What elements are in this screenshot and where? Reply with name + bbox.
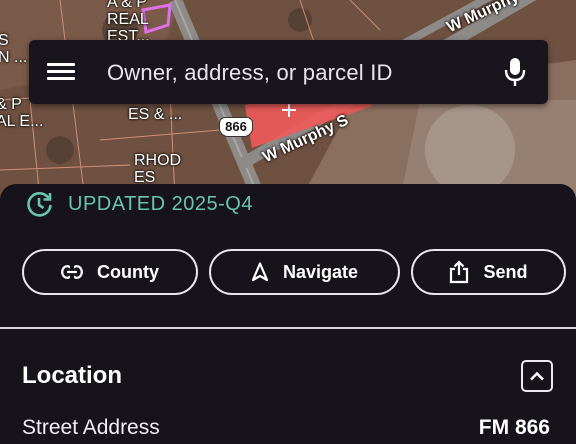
county-button-label: County (97, 261, 159, 282)
microphone-icon[interactable] (503, 57, 527, 87)
map-label-ap-real: A & P REAL EST... (107, 0, 150, 45)
chevron-up-icon (530, 371, 544, 381)
location-section-title: Location (22, 362, 122, 389)
refresh-clock-icon (27, 192, 52, 217)
updated-status: UPDATED 2025-Q4 (26, 188, 253, 220)
navigate-button-label: Navigate (282, 261, 359, 282)
parcel-details-sheet: UPDATED 2025-Q4 County Navigate Send Loc… (0, 184, 576, 444)
map-label-es: ES & ... (128, 106, 183, 123)
navigation-arrow-icon (251, 262, 269, 282)
street-address-value: FM 866 (478, 416, 550, 439)
collapse-section-button[interactable] (521, 360, 553, 392)
share-icon (450, 260, 469, 284)
updated-text: UPDATED 2025-Q4 (68, 192, 253, 215)
send-button-label: Send (483, 261, 528, 282)
search-bar[interactable]: Owner, address, or parcel ID (29, 40, 548, 104)
street-address-label: Street Address (22, 416, 160, 439)
map-label-rhod: RHOD ES (134, 152, 182, 186)
navigate-button[interactable]: Navigate (209, 249, 400, 295)
link-icon (61, 265, 83, 279)
section-divider (0, 327, 576, 329)
map-label-left-top: S N ... (0, 32, 28, 66)
hamburger-menu-icon[interactable] (47, 60, 75, 84)
send-button[interactable]: Send (411, 249, 566, 295)
county-button[interactable]: County (22, 249, 198, 295)
search-input[interactable]: Owner, address, or parcel ID (107, 60, 393, 86)
route-shield: 866 (219, 117, 253, 137)
